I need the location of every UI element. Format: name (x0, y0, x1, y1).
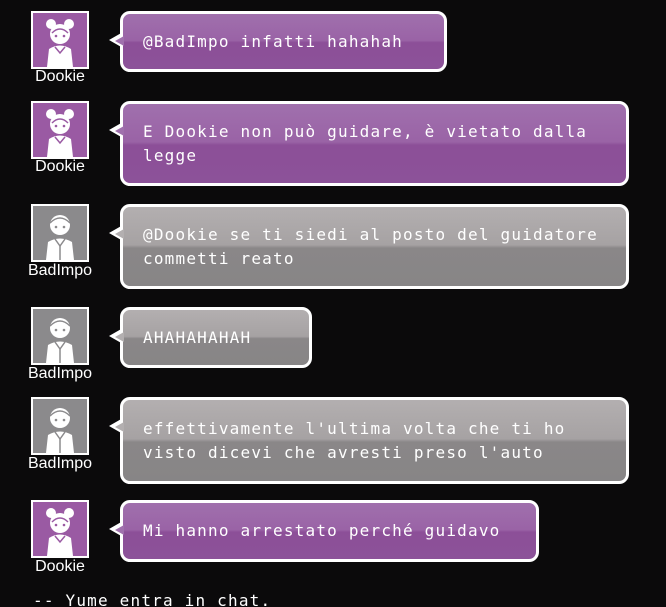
username[interactable]: BadImpo (22, 262, 98, 280)
message-bubble: @Dookie se ti siedi al posto del guidato… (109, 204, 629, 289)
boy-avatar-icon-graphic (46, 318, 74, 363)
system-message: -- Yume entra in chat. (33, 591, 272, 607)
username[interactable]: Dookie (22, 158, 98, 176)
boy-avatar-icon-graphic (46, 215, 74, 260)
username[interactable]: Dookie (22, 558, 98, 576)
message-text: AHAHAHAHAH (143, 327, 252, 347)
boy-avatar-icon[interactable] (31, 307, 89, 365)
message-bubble: AHAHAHAHAH (109, 307, 312, 368)
username[interactable]: Dookie (22, 68, 98, 86)
username[interactable]: BadImpo (22, 365, 98, 383)
username[interactable]: BadImpo (22, 455, 98, 473)
message-text: effettivamente l'ultima volta che ti ho … (143, 418, 566, 462)
boy-avatar-icon[interactable] (31, 397, 89, 455)
girl-avatar-icon[interactable] (31, 500, 89, 558)
message-bubble: effettivamente l'ultima volta che ti ho … (109, 397, 629, 484)
message-text: @BadImpo infatti hahahah (143, 31, 403, 51)
message-bubble: E Dookie non può guidare, è vietato dall… (109, 101, 629, 186)
message-text: E Dookie non può guidare, è vietato dall… (143, 121, 588, 165)
girl-avatar-icon-graphic (46, 109, 74, 157)
message-bubble: @BadImpo infatti hahahah (109, 11, 447, 72)
boy-avatar-icon-graphic (46, 408, 74, 453)
girl-avatar-icon[interactable] (31, 11, 89, 69)
girl-avatar-icon-graphic (46, 19, 74, 67)
message-bubble: Mi hanno arrestato perché guidavo (109, 500, 539, 562)
girl-avatar-icon[interactable] (31, 101, 89, 159)
girl-avatar-icon-graphic (46, 508, 74, 556)
message-text: Mi hanno arrestato perché guidavo (143, 521, 501, 540)
boy-avatar-icon[interactable] (31, 204, 89, 262)
message-text: @Dookie se ti siedi al posto del guidato… (143, 224, 598, 268)
